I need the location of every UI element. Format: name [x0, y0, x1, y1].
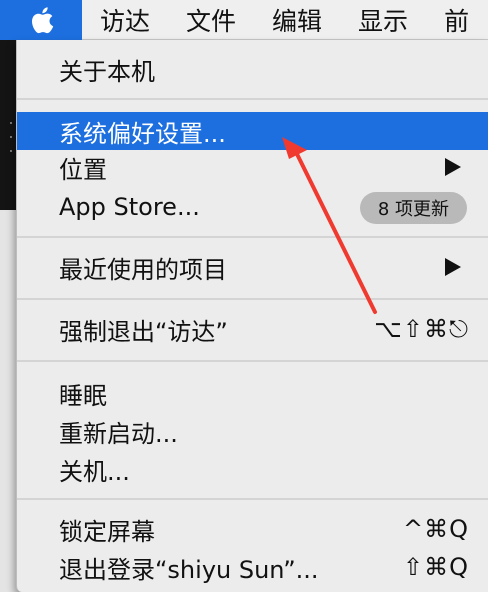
menubar-item-view[interactable]: 显示	[340, 0, 426, 40]
menu-item-system-preferences[interactable]: 系统偏好设置...	[17, 112, 488, 150]
keyboard-shortcut: ⇧⌘Q	[403, 553, 469, 581]
menu-item-restart[interactable]: 重新启动...	[17, 412, 488, 450]
menu-item-label: 位置	[59, 155, 107, 184]
menu-item-force-quit[interactable]: 强制退出“访达” ⌥⇧⌘⎋	[17, 310, 488, 348]
menu-separator	[17, 236, 488, 238]
menu-item-lock-screen[interactable]: 锁定屏幕 ^⌘Q	[17, 510, 488, 548]
menu-item-label: 系统偏好设置...	[59, 119, 226, 148]
menu-separator	[17, 360, 488, 362]
menu-item-label: 退出登录“shiyu Sun”...	[59, 555, 319, 584]
apple-dropdown-menu: 关于本机 系统偏好设置... 位置 App Store... 8 项更新 最近使…	[16, 40, 488, 592]
menu-item-about[interactable]: 关于本机	[17, 50, 488, 88]
menu-item-location[interactable]: 位置	[17, 148, 488, 186]
apple-menu-button[interactable]	[0, 0, 82, 40]
menu-item-label: 锁定屏幕	[59, 517, 155, 546]
menu-item-logout[interactable]: 退出登录“shiyu Sun”... ⇧⌘Q	[17, 548, 488, 586]
menu-bar: 访达 文件 编辑 显示 前	[0, 0, 488, 40]
menu-separator	[17, 498, 488, 500]
menu-item-app-store[interactable]: App Store... 8 项更新	[17, 188, 488, 226]
submenu-arrow-icon	[445, 158, 461, 176]
menu-item-label: App Store...	[59, 193, 200, 221]
submenu-arrow-icon	[445, 258, 461, 276]
menubar-item-file[interactable]: 文件	[168, 0, 254, 40]
menu-separator	[17, 98, 488, 100]
menu-separator	[17, 298, 488, 300]
menu-item-label: 强制退出“访达”	[59, 317, 228, 346]
menubar-item-finder[interactable]: 访达	[82, 0, 168, 40]
keyboard-shortcut: ⌥⇧⌘⎋	[374, 315, 469, 343]
menu-item-recent-items[interactable]: 最近使用的项目	[17, 248, 488, 286]
background-dot	[10, 136, 12, 138]
background-dot	[10, 150, 12, 152]
apple-icon	[32, 6, 54, 33]
menu-item-label: 睡眠	[59, 381, 107, 410]
background-dot	[10, 122, 12, 124]
keyboard-shortcut: ^⌘Q	[403, 515, 469, 543]
update-badge: 8 项更新	[359, 192, 467, 224]
menu-item-shutdown[interactable]: 关机...	[17, 450, 488, 488]
menu-item-label: 关于本机	[59, 57, 155, 86]
menu-item-label: 重新启动...	[59, 419, 178, 448]
menubar-item-go[interactable]: 前	[426, 0, 487, 40]
menubar-item-edit[interactable]: 编辑	[254, 0, 340, 40]
menu-item-label: 关机...	[59, 457, 130, 486]
menu-item-sleep[interactable]: 睡眠	[17, 374, 488, 412]
menu-item-label: 最近使用的项目	[59, 255, 227, 284]
